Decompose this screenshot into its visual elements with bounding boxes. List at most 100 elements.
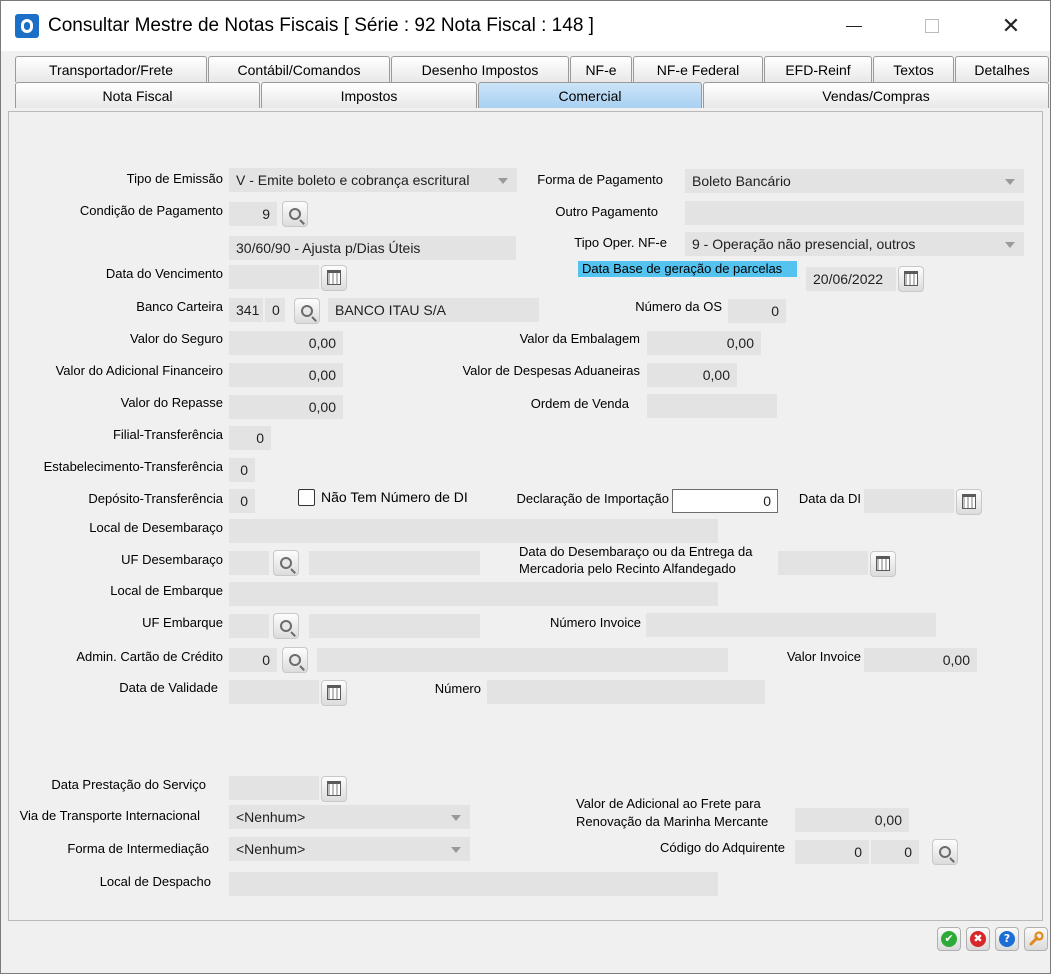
- data-desembaraco-field[interactable]: [778, 551, 868, 575]
- data-validade-field[interactable]: [229, 680, 319, 704]
- codigo-adquirente-field-1[interactable]: 0: [795, 840, 869, 864]
- tab-nfe[interactable]: NF-e: [570, 56, 632, 82]
- local-despacho-label: Local de Despacho: [99, 874, 211, 889]
- via-transporte-select[interactable]: <Nenhum>: [229, 805, 470, 829]
- tools-button[interactable]: [1024, 927, 1048, 951]
- local-desembaraco-label: Local de Desembaraço: [89, 520, 223, 535]
- carteira-field[interactable]: 0: [265, 298, 285, 322]
- tipo-emissao-label: Tipo de Emissão: [126, 171, 223, 186]
- valor-despesas-aduaneiras-label: Valor de Despesas Aduaneiras: [462, 363, 640, 378]
- close-button[interactable]: ✕: [988, 1, 1034, 51]
- main-window: Consultar Mestre de Notas Fiscais [ Séri…: [0, 0, 1051, 974]
- banco-code-field[interactable]: 341: [229, 298, 263, 322]
- admin-cartao-search-button[interactable]: [282, 647, 308, 673]
- data-vencimento-field[interactable]: [229, 265, 319, 289]
- uf-desembaraco-field[interactable]: [229, 551, 269, 575]
- numero-os-label: Número da OS: [635, 299, 722, 314]
- tab-nota-fiscal[interactable]: Nota Fiscal: [15, 82, 260, 108]
- uf-embarque-field[interactable]: [229, 614, 269, 638]
- valor-adicional-financeiro-label: Valor do Adicional Financeiro: [55, 363, 223, 378]
- tab-efd-reinf[interactable]: EFD-Reinf: [764, 56, 872, 82]
- condicao-pagamento-code[interactable]: 9: [229, 202, 277, 226]
- data-base-calendar-button[interactable]: [898, 266, 924, 292]
- data-prestacao-field[interactable]: [229, 776, 319, 800]
- title-bar: Consultar Mestre de Notas Fiscais [ Séri…: [1, 1, 1050, 51]
- uf-embarque-label: UF Embarque: [142, 615, 223, 630]
- numero-invoice-field[interactable]: [646, 613, 936, 637]
- valor-seguro-label: Valor do Seguro: [130, 331, 223, 346]
- nao-tem-numero-di-label: Não Tem Número de DI: [321, 489, 468, 505]
- condicao-pagamento-label: Condição de Pagamento: [79, 203, 223, 218]
- tipo-emissao-select[interactable]: V - Emite boleto e cobrança escritural: [229, 168, 517, 192]
- tab-detalhes[interactable]: Detalhes: [955, 56, 1049, 82]
- nao-tem-numero-di-checkbox[interactable]: [298, 489, 315, 506]
- uf-embarque-search-button[interactable]: [273, 613, 299, 639]
- data-di-field[interactable]: [864, 489, 954, 513]
- outro-pagamento-field[interactable]: [685, 201, 1024, 225]
- numero-field[interactable]: [487, 680, 765, 704]
- data-base-parcelas-label: Data Base de geração de parcelas: [578, 261, 797, 277]
- valor-despesas-aduaneiras-field[interactable]: 0,00: [647, 363, 737, 387]
- estabelecimento-transferencia-field[interactable]: 0: [229, 458, 255, 482]
- data-di-calendar-button[interactable]: [956, 489, 982, 515]
- valor-embalagem-field[interactable]: 0,00: [647, 331, 761, 355]
- codigo-adquirente-search-button[interactable]: [932, 839, 958, 865]
- valor-embalagem-label: Valor da Embalagem: [519, 331, 640, 346]
- tab-textos[interactable]: Textos: [873, 56, 954, 82]
- admin-cartao-field[interactable]: 0: [229, 648, 277, 672]
- valor-repasse-field[interactable]: 0,00: [229, 395, 343, 419]
- codigo-adquirente-field-2[interactable]: 0: [871, 840, 919, 864]
- condicao-pagamento-search-button[interactable]: [282, 201, 308, 227]
- banco-search-button[interactable]: [294, 298, 320, 324]
- data-base-parcelas-field[interactable]: 20/06/2022: [806, 267, 896, 291]
- deposito-transferencia-field[interactable]: 0: [229, 489, 255, 513]
- deposito-transferencia-label: Depósito-Transferência: [88, 491, 223, 506]
- tab-nfe-federal[interactable]: NF-e Federal: [633, 56, 763, 82]
- cancel-button[interactable]: ✖: [966, 927, 990, 951]
- tab-contabil-comandos[interactable]: Contábil/Comandos: [208, 56, 390, 82]
- wrench-icon: [1029, 931, 1044, 946]
- maximize-button[interactable]: [909, 1, 955, 51]
- local-desembaraco-field[interactable]: [229, 519, 718, 543]
- confirm-button[interactable]: ✔: [937, 927, 961, 951]
- filial-transferencia-field[interactable]: 0: [229, 426, 271, 450]
- data-vencimento-calendar-button[interactable]: [321, 265, 347, 291]
- calendar-icon: [962, 493, 976, 509]
- uf-desembaraco-search-button[interactable]: [273, 550, 299, 576]
- valor-adicional-financeiro-field[interactable]: 0,00: [229, 363, 343, 387]
- tab-vendas-compras[interactable]: Vendas/Compras: [703, 82, 1049, 108]
- check-icon: ✔: [941, 931, 957, 947]
- valor-invoice-field[interactable]: 0,00: [864, 648, 977, 672]
- valor-adicional-frete-label-line1: Valor de Adicional ao Frete para: [576, 796, 761, 811]
- search-icon: [301, 305, 313, 317]
- data-desembaraco-calendar-button[interactable]: [870, 551, 896, 577]
- data-validade-calendar-button[interactable]: [321, 680, 347, 706]
- app-logo-icon: [15, 14, 39, 38]
- numero-os-field[interactable]: 0: [728, 299, 786, 323]
- data-desembaraco-label-line1: Data do Desembaraço ou da Entrega da: [519, 544, 753, 559]
- valor-seguro-field[interactable]: 0,00: [229, 331, 343, 355]
- local-despacho-field[interactable]: [229, 872, 718, 896]
- maximize-icon: [925, 19, 939, 33]
- tab-desenho-impostos[interactable]: Desenho Impostos: [391, 56, 569, 82]
- valor-repasse-label: Valor do Repasse: [120, 395, 223, 410]
- minimize-button[interactable]: [831, 1, 877, 51]
- data-prestacao-calendar-button[interactable]: [321, 776, 347, 802]
- condicao-pagamento-description: 30/60/90 - Ajusta p/Dias Úteis: [229, 236, 516, 260]
- ordem-venda-field[interactable]: [647, 394, 777, 418]
- tab-comercial[interactable]: Comercial: [478, 82, 702, 108]
- valor-adicional-frete-field[interactable]: 0,00: [795, 808, 909, 832]
- tab-transportador-frete[interactable]: Transportador/Frete: [15, 56, 207, 82]
- tipo-oper-nfe-select[interactable]: 9 - Operação não presencial, outros: [685, 232, 1024, 256]
- declaracao-importacao-field[interactable]: 0: [672, 489, 778, 513]
- forma-intermediacao-select[interactable]: <Nenhum>: [229, 837, 470, 861]
- declaracao-importacao-label: Declaração de Importação: [516, 491, 669, 506]
- forma-pagamento-label: Forma de Pagamento: [537, 172, 663, 187]
- tab-impostos[interactable]: Impostos: [261, 82, 477, 108]
- local-embarque-field[interactable]: [229, 582, 718, 606]
- search-icon: [939, 846, 951, 858]
- search-icon: [280, 557, 292, 569]
- help-button[interactable]: ?: [995, 927, 1019, 951]
- forma-pagamento-select[interactable]: Boleto Bancário: [685, 169, 1024, 193]
- outro-pagamento-label: Outro Pagamento: [555, 204, 658, 219]
